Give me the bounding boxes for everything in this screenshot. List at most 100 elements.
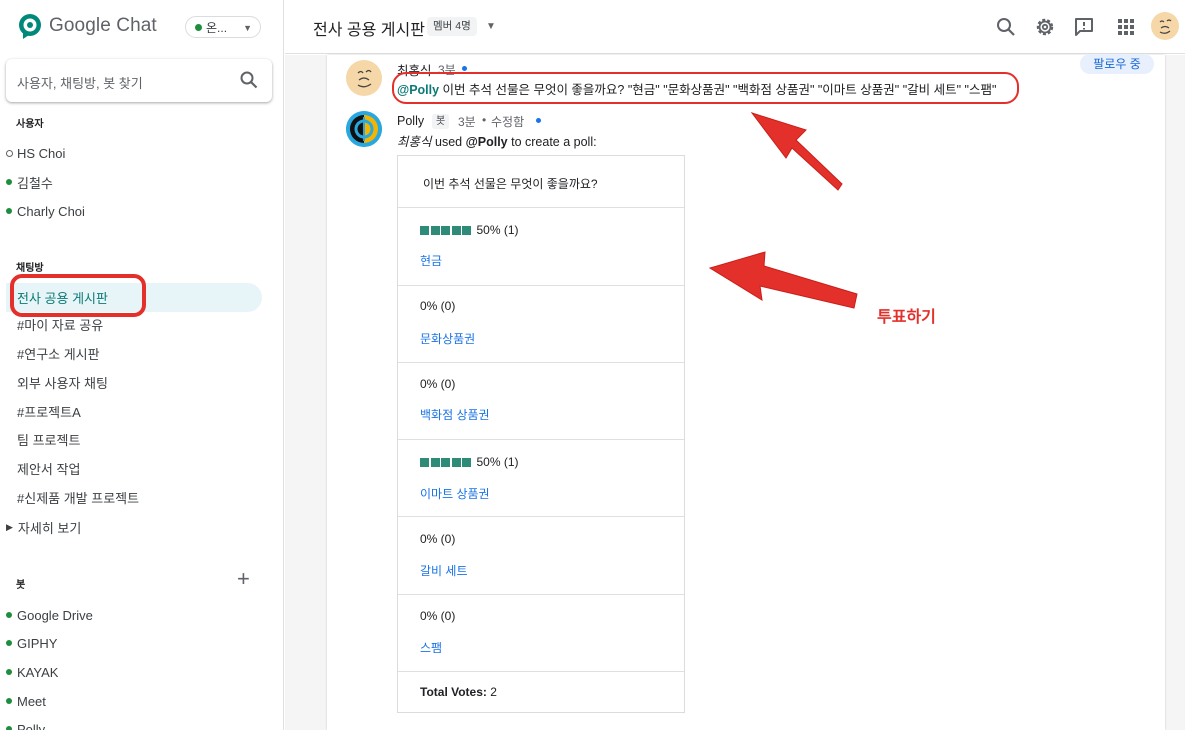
poll-option-button[interactable]: 백화점 상품권 xyxy=(420,406,490,423)
poll-option-button[interactable]: 문화상품권 xyxy=(420,330,475,347)
search-box[interactable]: 사용자, 채팅방, 봇 찾기 xyxy=(6,59,272,102)
poll-question: 이번 추석 선물은 무엇이 좋을까요? xyxy=(423,177,598,191)
member-count-badge[interactable]: 멤버 4명 xyxy=(427,17,477,36)
online-status-icon xyxy=(6,640,12,646)
poll-stat: 50% (1) xyxy=(420,223,519,237)
search-input[interactable]: 사용자, 채팅방, 봇 찾기 xyxy=(17,73,143,92)
vote-bar xyxy=(420,457,473,467)
status-label: 온... xyxy=(206,20,228,35)
poll-intro: 최홍식 used @Polly to create a poll: xyxy=(397,131,597,150)
poll-stat-text: 0% (0) xyxy=(420,532,456,546)
poll-option: 50% (1) 이마트 상품권 xyxy=(398,439,684,516)
brand[interactable]: Google Chat xyxy=(17,13,157,39)
room-item[interactable]: 팀 프로젝트 xyxy=(17,431,80,451)
avatar[interactable] xyxy=(346,60,382,96)
room-title[interactable]: 전사 공용 게시판 xyxy=(313,16,425,40)
total-label: Total Votes: xyxy=(420,685,487,699)
user-name: Charly Choi xyxy=(17,203,85,219)
online-status-icon xyxy=(6,698,12,704)
poll-divider xyxy=(398,671,684,672)
online-status-icon xyxy=(195,23,202,31)
separator-dot-icon: • xyxy=(482,113,487,127)
room-item[interactable]: #연구소 게시판 xyxy=(17,345,100,365)
poll-option-button[interactable]: 이마트 상품권 xyxy=(420,485,490,502)
bot-item[interactable]: Google Drive xyxy=(6,605,93,625)
poll-stat-text: 50% (1) xyxy=(476,223,519,237)
status-dropdown[interactable]: 온... ▼ xyxy=(185,16,261,38)
room-item[interactable]: #신제품 개발 프로젝트 xyxy=(17,489,139,509)
user-item[interactable]: Charly Choi xyxy=(6,201,85,221)
user-name: HS Choi xyxy=(17,145,66,161)
poll-option: 0% (0) 갈비 세트 xyxy=(398,516,684,594)
google-chat-logo-icon xyxy=(19,14,41,39)
user-item[interactable]: HS Choi xyxy=(6,143,65,163)
add-bot-icon[interactable]: + xyxy=(237,568,250,590)
poll-stat-text: 0% (0) xyxy=(420,377,456,391)
show-more-button[interactable]: ▶ 자세히 보기 xyxy=(6,518,81,537)
section-title-bots: 봇 xyxy=(16,580,26,591)
online-status-icon xyxy=(6,612,12,618)
search-icon[interactable] xyxy=(240,71,258,89)
bot-name: Meet xyxy=(17,693,46,709)
user-name: 김철수 xyxy=(17,175,53,191)
intro-user[interactable]: 최홍식 xyxy=(397,135,432,149)
annotation-label: 투표하기 xyxy=(877,309,936,326)
vote-bar xyxy=(420,225,473,235)
user-item[interactable]: 김철수 xyxy=(6,172,53,192)
caret-down-icon: ▼ xyxy=(243,23,252,33)
bot-item[interactable]: Meet xyxy=(6,691,46,711)
poll-option: 0% (0) 백화점 상품권 xyxy=(398,362,684,439)
apps-grid-icon[interactable] xyxy=(1115,16,1137,38)
bot-name: Polly xyxy=(17,721,46,730)
bot-badge: 봇 xyxy=(432,114,450,129)
poll-stat-text: 0% (0) xyxy=(420,609,456,623)
poll-option-button[interactable]: 현금 xyxy=(420,252,442,269)
poll-option-button[interactable]: 갈비 세트 xyxy=(420,562,468,579)
online-status-icon xyxy=(6,208,12,214)
feedback-icon[interactable] xyxy=(1073,16,1095,38)
intro-text: used xyxy=(431,135,466,149)
total-value: 2 xyxy=(486,685,497,699)
poll-option: 0% (0) 스팸 xyxy=(398,594,684,671)
caret-down-icon[interactable]: ▼ xyxy=(486,21,496,32)
poll-stat-text: 0% (0) xyxy=(420,299,456,313)
polly-logo-icon xyxy=(346,111,382,147)
unread-dot-icon xyxy=(462,66,467,71)
account-avatar[interactable] xyxy=(1151,12,1179,40)
section-title-users: 사용자 xyxy=(16,119,44,130)
room-item[interactable]: 제안서 작업 xyxy=(17,460,80,480)
highlight-annotation xyxy=(392,72,1019,104)
poll-stat: 50% (1) xyxy=(420,455,519,469)
offline-status-icon xyxy=(6,149,13,157)
bot-item[interactable]: GIPHY xyxy=(6,633,57,653)
face-icon xyxy=(1159,19,1172,34)
poll-option: 50% (1) 현금 xyxy=(398,207,684,285)
poll-card: 이번 추석 선물은 무엇이 좋을까요? 50% (1) 현금 0% (0) 문화… xyxy=(397,155,685,713)
bot-item[interactable]: KAYAK xyxy=(6,662,58,682)
follow-button[interactable]: 팔로우 중 xyxy=(1080,54,1154,74)
caret-right-icon: ▶ xyxy=(6,522,13,532)
gear-icon[interactable] xyxy=(1034,16,1056,38)
poll-option-button[interactable]: 스팸 xyxy=(420,639,442,656)
mention[interactable]: @Polly xyxy=(466,135,508,149)
online-status-icon xyxy=(6,179,12,185)
avatar[interactable] xyxy=(346,111,382,147)
poll-option: 0% (0) 문화상품권 xyxy=(398,285,684,362)
room-item[interactable]: 외부 사용자 채팅 xyxy=(17,374,108,394)
highlight-annotation xyxy=(10,274,146,317)
bot-name: Google Drive xyxy=(17,607,93,623)
online-status-icon xyxy=(6,669,12,675)
room-item[interactable]: #마이 자료 공유 xyxy=(17,316,103,336)
search-icon[interactable] xyxy=(995,16,1017,38)
app-name: Google Chat xyxy=(49,15,157,36)
show-more-label: 자세히 보기 xyxy=(17,521,82,536)
bot-name: GIPHY xyxy=(17,635,58,651)
room-header: 전사 공용 게시판 멤버 4명 ▼ xyxy=(285,0,1185,54)
message-author[interactable]: Polly xyxy=(397,114,424,128)
face-icon xyxy=(357,69,372,88)
unread-dot-icon xyxy=(536,118,541,123)
room-item[interactable]: #프로젝트A xyxy=(17,403,81,423)
intro-text: to create a poll: xyxy=(507,135,597,149)
bot-item[interactable]: Polly xyxy=(6,719,45,730)
poll-stat-text: 50% (1) xyxy=(476,455,519,469)
